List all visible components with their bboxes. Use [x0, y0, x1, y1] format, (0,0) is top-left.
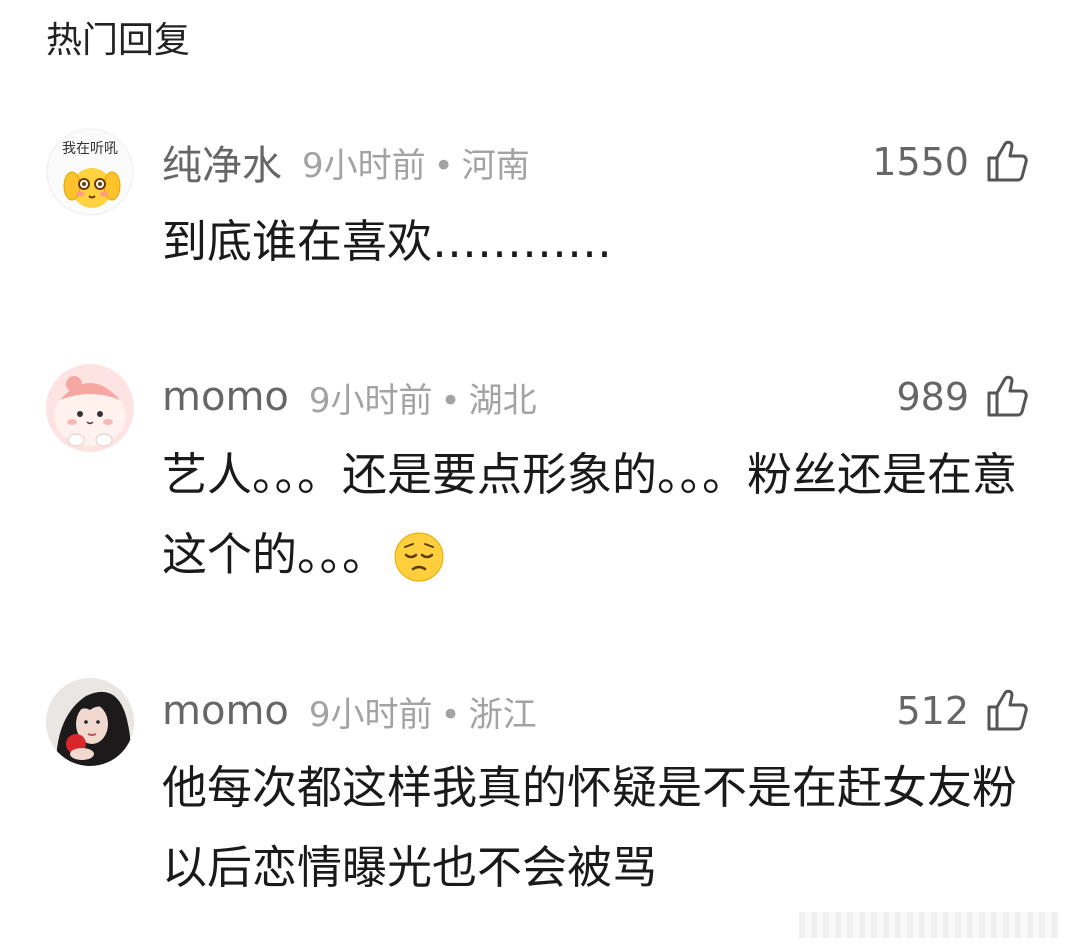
watermark [799, 912, 1059, 938]
comment-text-content: 艺人。。。还是要点形象的。。。粉丝还是在意这个的。。。 [162, 448, 1018, 581]
separator-dot: • [433, 145, 454, 186]
thumbs-up-icon[interactable] [983, 138, 1031, 186]
comment-time: 9小时前 [302, 145, 426, 186]
username[interactable]: 纯净水 [162, 133, 282, 191]
comment-location: 湖北 [468, 380, 537, 421]
comment-time: 9小时前 [308, 380, 433, 421]
thumbs-up-icon[interactable] [983, 687, 1031, 735]
avatar[interactable] [46, 678, 134, 766]
avatar-emoji-image: 我在听吼 [46, 128, 134, 216]
avatar[interactable] [46, 364, 134, 452]
comment-meta: 纯净水 9小时前 • 河南 [162, 134, 530, 190]
like-button[interactable]: 989 [896, 369, 1031, 425]
section-title: 热门回复 [46, 20, 191, 61]
username[interactable]: momo [162, 374, 289, 420]
comment-text: 到底谁在喜欢………… [162, 215, 613, 268]
comment-time-location: 9小时前 • 河南 [302, 138, 530, 187]
comment-time-location: 9小时前 • 浙江 [309, 687, 537, 736]
avatar[interactable]: 我在听吼 [46, 128, 134, 216]
comment-time-location: 9小时前 • 湖北 [309, 373, 537, 422]
comment-meta: momo 9小时前 • 浙江 [162, 683, 537, 739]
pensive-face-icon [393, 528, 445, 582]
like-count: 989 [896, 375, 969, 419]
comment-meta: momo 9小时前 • 湖北 [162, 369, 537, 425]
comment-text: 艺人。。。还是要点形象的。。。粉丝还是在意这个的。。。 [162, 435, 1042, 595]
separator-dot: • [440, 380, 461, 421]
separator-dot: • [440, 694, 461, 735]
like-button[interactable]: 1550 [872, 134, 1031, 190]
like-count: 1550 [872, 140, 969, 184]
like-button[interactable]: 512 [896, 683, 1031, 739]
comment-time: 9小时前 [308, 694, 433, 735]
avatar-image [46, 364, 134, 452]
thumbs-up-icon[interactable] [983, 373, 1031, 421]
like-count: 512 [896, 689, 969, 733]
comment-location: 河南 [461, 145, 530, 186]
comment-location: 浙江 [468, 694, 537, 735]
avatar-photo [46, 678, 134, 766]
avatar-caption: 我在听吼 [62, 141, 118, 157]
comment-text: 他每次都这样我真的怀疑是不是在赶女友粉以后恋情曝光也不会被骂 [162, 761, 1018, 894]
username[interactable]: momo [162, 688, 289, 734]
